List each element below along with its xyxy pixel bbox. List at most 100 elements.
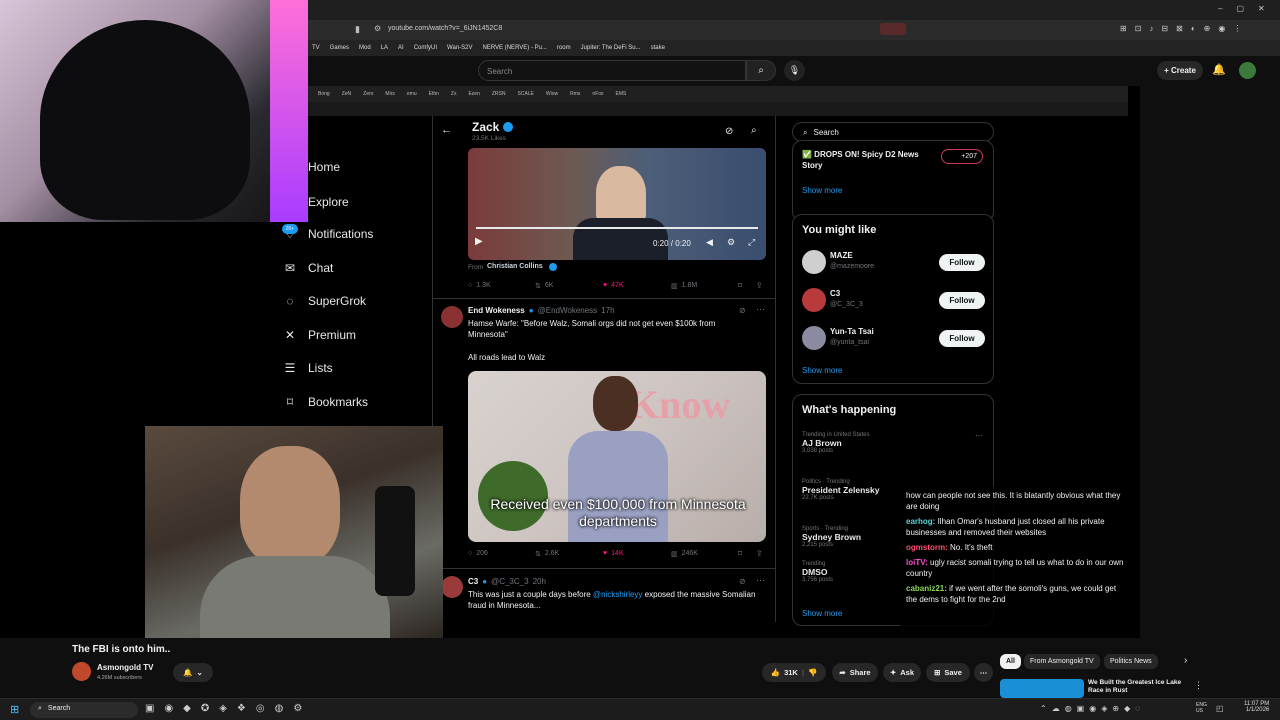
news-title[interactable]: ✅ DROPS ON! Spicy D2 News Story [802, 149, 932, 171]
back-arrow-icon[interactable]: ← [441, 124, 452, 136]
windows-start-icon[interactable]: ⊞ [10, 703, 19, 716]
notifications-bell-icon[interactable]: 🔔 [1212, 63, 1226, 76]
nav-lists[interactable]: ☰ Lists [282, 361, 333, 375]
bookmark-item[interactable]: ComfyUI [414, 45, 437, 51]
bookmark-item[interactable]: Games [330, 45, 349, 51]
bookmark-icon[interactable]: ⌑ [738, 549, 742, 558]
nav-supergrok[interactable]: ◌ SuperGrok [282, 294, 366, 308]
search-icon[interactable]: ⌕ [746, 60, 776, 81]
bookmark-item[interactable]: Mod [359, 45, 371, 51]
trend-item[interactable]: Sports · Trending Sydney Brown 2,215 pos… [802, 526, 861, 548]
views-button[interactable]: ▥ 1.8M [671, 282, 697, 290]
chip-from-channel[interactable]: From Asmongold TV [1024, 654, 1100, 669]
create-button[interactable]: + Create [1157, 61, 1203, 80]
news-count[interactable]: +207 [941, 149, 983, 164]
bookmark-item[interactable]: TV [312, 45, 320, 51]
inner-tab[interactable]: SCALE [518, 91, 534, 97]
channel-avatar[interactable] [72, 662, 91, 681]
ask-button[interactable]: ✦ Ask [883, 663, 921, 682]
extension-icon[interactable] [880, 23, 906, 35]
bookmark-item[interactable]: stake [651, 45, 665, 51]
bookmark-item[interactable]: LA [381, 45, 388, 51]
more-icon[interactable]: ⋯ [756, 304, 765, 315]
inner-tab[interactable]: ZeN [342, 91, 351, 97]
grok-icon[interactable]: ⊘ [725, 126, 733, 137]
show-more-link[interactable]: Show more [802, 609, 842, 618]
bookmark-icon[interactable]: ⌑ [738, 281, 742, 290]
avatar[interactable] [802, 250, 826, 274]
inner-tab[interactable]: Wiow [546, 91, 558, 97]
share-icon[interactable]: ⇪ [756, 549, 763, 558]
pinned-apps-icon[interactable]: ▣◉◆✪◈❖◎◍⚙ [145, 703, 312, 714]
save-button[interactable]: ⊞ Save [926, 663, 970, 682]
avatar[interactable] [441, 576, 463, 598]
bookmark-item[interactable]: Wan-S2V [447, 45, 472, 51]
inner-tab[interactable]: Zx [451, 91, 457, 97]
show-more-link[interactable]: Show more [802, 186, 842, 195]
x-search-input[interactable]: ⌕ Search [792, 122, 994, 142]
suggestion-name[interactable]: Yun-Ta Tsai [830, 327, 874, 336]
network-volume-icon[interactable]: ◰ [1216, 704, 1224, 713]
nav-bookmarks[interactable]: ⌑ Bookmarks [282, 395, 368, 409]
bookmark-item[interactable]: NERVE (NERVE) - Pu... [483, 45, 547, 51]
inner-tab[interactable]: Mirs [385, 91, 394, 97]
url-text[interactable]: youtube.com/watch?v=_6iJN1452C8 [388, 25, 502, 32]
embedded-video[interactable]: ▶ 0:20 / 0:20 ◀ ⚙ ⤢ [468, 148, 766, 260]
taskbar-search[interactable]: ⌕ Search [30, 702, 138, 718]
fullscreen-icon[interactable]: ⤢ [748, 237, 755, 248]
bookmark-item[interactable]: room [557, 45, 571, 51]
bookmark-star-icon[interactable]: ▮ [355, 24, 360, 35]
microphone-icon[interactable]: 🎙 [784, 60, 805, 81]
chip-all[interactable]: All [1000, 654, 1021, 669]
trend-item[interactable]: Trending in United States AJ Brown 3,038… [802, 432, 869, 454]
follow-button[interactable]: Follow [939, 330, 985, 347]
retweet-button[interactable]: ⇅ 6K [535, 282, 553, 290]
follow-button[interactable]: Follow [939, 292, 985, 309]
inner-tab[interactable]: EMS [616, 91, 627, 97]
trend-item[interactable]: Trending DMSO 3,756 posts [802, 561, 833, 583]
bookmark-item[interactable]: AI [398, 45, 404, 51]
site-info-icon[interactable]: ⚙ [374, 24, 381, 33]
inner-tab[interactable]: emu [407, 91, 417, 97]
system-tray-icon[interactable]: ⌃☁◍▣◉◈⊕◆◌ [1040, 704, 1145, 713]
nav-chat[interactable]: ✉ Chat [282, 261, 333, 275]
inner-tab[interactable]: Zero [363, 91, 373, 97]
inner-tab[interactable]: Rms [570, 91, 580, 97]
avatar[interactable] [802, 326, 826, 350]
avatar[interactable] [441, 306, 463, 328]
nav-premium[interactable]: ✕ Premium [282, 328, 356, 342]
author-handle[interactable]: @C_3C_3 [491, 577, 528, 586]
tweet-video[interactable]: Know Received even $100,000 from Minneso… [468, 371, 766, 542]
window-controls-icon[interactable]: –▢✕ [1218, 4, 1279, 13]
search-icon[interactable]: ⌕ [751, 125, 757, 136]
like-button[interactable]: ♥ 47K [603, 282, 624, 289]
from-name[interactable]: Christian Collins [487, 263, 543, 270]
follow-button[interactable]: Follow [939, 254, 985, 271]
recommended-title[interactable]: We Built the Greatest Ice Lake Race in R… [1088, 679, 1188, 696]
more-icon[interactable]: ⋯ [975, 431, 983, 440]
reply-button[interactable]: ○ 206 [468, 550, 488, 557]
clock[interactable]: 11:07 PM 1/1/2026 [1244, 701, 1269, 713]
author-name[interactable]: C3 [468, 577, 478, 586]
author-handle[interactable]: @EndWokeness [538, 306, 598, 315]
language-indicator[interactable]: ENG US [1196, 702, 1210, 714]
show-more-link[interactable]: Show more [802, 366, 842, 375]
youtube-search-input[interactable]: Search [478, 60, 746, 81]
settings-icon[interactable]: ⚙ [727, 237, 735, 248]
channel-name[interactable]: Asmongold TV [97, 663, 153, 672]
grok-icon[interactable]: ⊘ [739, 306, 746, 315]
trend-item[interactable]: Politics · Trending President Zelensky 2… [802, 479, 879, 501]
share-button[interactable]: ➦ Share [832, 663, 878, 682]
chip-politics-news[interactable]: Politics News [1104, 654, 1158, 669]
inner-tab[interactable]: Ethn [429, 91, 439, 97]
suggestion-name[interactable]: C3 [830, 289, 840, 298]
extensions-icon[interactable]: ⊞⊡♪⊟⊠◐⊕◉⋮ [1120, 24, 1249, 33]
more-actions-button[interactable]: ⋯ [974, 663, 993, 682]
volume-icon[interactable]: ◀ [706, 237, 713, 248]
mention-link[interactable]: @nickshirleyy [593, 590, 642, 599]
bookmark-item[interactable]: Jupiter: The DeFi Su... [581, 45, 641, 51]
grok-icon[interactable]: ⊘ [739, 577, 746, 586]
inner-tab[interactable]: nFox [592, 91, 603, 97]
inner-tab[interactable]: Bong [318, 91, 330, 97]
avatar[interactable] [802, 288, 826, 312]
